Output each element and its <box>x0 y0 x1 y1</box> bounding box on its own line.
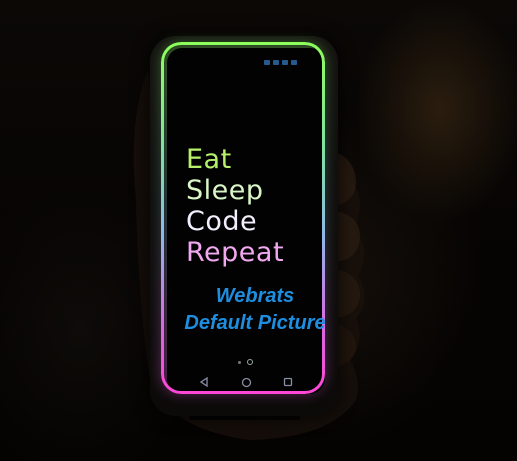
page-dot <box>238 360 241 364</box>
slogan-line-eat: Eat <box>186 144 232 175</box>
home-button[interactable] <box>238 374 254 390</box>
slogan: Eat Sleep Code Repeat <box>186 144 284 268</box>
clock-icon <box>291 59 297 65</box>
slogan-line-sleep: Sleep <box>186 175 264 206</box>
wifi-icon <box>273 59 279 65</box>
watermark-line-1: Webrats <box>215 285 295 307</box>
slogan-line-repeat: Repeat <box>186 237 285 268</box>
navigation-bar <box>196 374 296 390</box>
recents-button[interactable] <box>280 374 296 390</box>
back-triangle-icon <box>199 377 208 387</box>
status-bar-icons <box>264 58 310 66</box>
page-dot-active <box>247 359 253 365</box>
photo-scene: Eat Sleep Code Repeat Webrats Default Pi… <box>0 0 517 461</box>
recents-square-icon <box>283 377 293 387</box>
watermark: Webrats Default Picture <box>160 283 350 337</box>
page-indicator <box>238 359 253 365</box>
back-button[interactable] <box>196 374 212 390</box>
watermark-line-2: Default Picture <box>184 312 326 334</box>
home-circle-icon <box>241 377 251 387</box>
signal-icon <box>264 59 270 65</box>
slogan-line-code: Code <box>186 206 258 237</box>
battery-icon <box>282 59 288 65</box>
